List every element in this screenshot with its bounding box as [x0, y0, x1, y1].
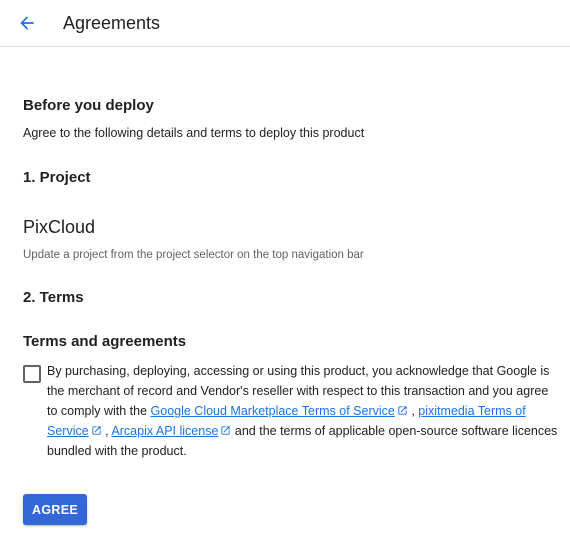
- terms-checkbox[interactable]: [23, 365, 41, 383]
- before-deploy-heading: Before you deploy: [23, 97, 154, 114]
- open-in-new-icon: [92, 426, 101, 435]
- project-name: PixCloud: [23, 217, 96, 237]
- terms-text: By purchasing, deploying, accessing or u…: [47, 361, 562, 461]
- open-in-new-icon: [221, 426, 231, 435]
- back-button[interactable]: [14, 11, 40, 35]
- terms-separator-2: ,: [101, 424, 112, 438]
- google-marketplace-terms-link[interactable]: Google Cloud Marketplace Terms of Servic…: [151, 404, 408, 418]
- terms-heading: 2. Terms: [23, 289, 84, 306]
- agree-button[interactable]: AGREE: [23, 494, 87, 525]
- before-deploy-description: Agree to the following details and terms…: [23, 126, 365, 140]
- top-bar: Agreements: [0, 0, 570, 47]
- open-in-new-icon: [398, 406, 407, 415]
- terms-separator-1: ,: [407, 404, 419, 418]
- project-hint: Update a project from the project select…: [23, 249, 364, 261]
- arcapix-license-link[interactable]: Arcapix API license: [111, 424, 231, 438]
- project-heading: 1. Project: [23, 169, 91, 186]
- terms-subheading: Terms and agreements: [23, 333, 187, 350]
- page-title: Agreements: [63, 13, 161, 33]
- arcapix-license-link-label: Arcapix API license: [111, 424, 219, 438]
- arrow-back-icon: [20, 16, 34, 30]
- google-marketplace-terms-link-label: Google Cloud Marketplace Terms of Servic…: [150, 404, 395, 418]
